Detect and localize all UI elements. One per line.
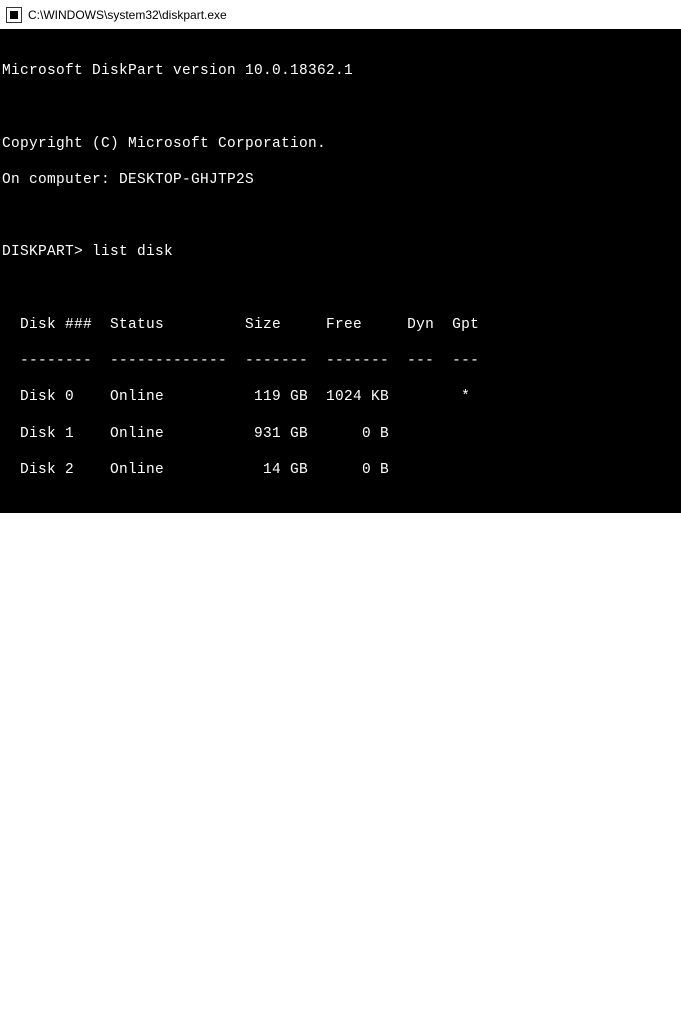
table-row: Disk 2 Online 14 GB 0 B [2,461,681,479]
terminal-output: Microsoft DiskPart version 10.0.18362.1 … [0,30,681,513]
table-row: Disk 1 Online 931 GB 0 B [2,425,681,443]
prompt-line: DISKPART> format fs=ntfs [2,968,681,986]
table-header: Disk ### Status Size Free Dyn Gpt [2,316,681,334]
blank-line [2,1005,681,1023]
message-clean-ok: DiskPart succeeded in cleaning the disk. [2,751,681,769]
command-format: format fs=ntfs [83,969,218,985]
command-clean: clean [83,679,137,695]
version-line: Microsoft DiskPart version 10.0.18362.1 [2,62,681,80]
message-disk-selected: Disk 2 is now the selected disk. [2,606,681,624]
blank-line [2,98,681,116]
table-divider: -------- ------------- ------- ------- -… [2,352,681,370]
prompt: DISKPART> [2,969,83,985]
message-partition-ok: DiskPart succeeded in creating the speci… [2,896,681,914]
table-row: Disk 0 Online 119 GB 1024 KB * [2,388,681,406]
copyright-line: Copyright (C) Microsoft Corporation. [2,135,681,153]
command-list-disk: list disk [83,244,173,260]
prompt: DISKPART> [2,679,83,695]
blank-line [2,570,681,588]
prompt-line: DISKPART> select disk 2 [2,533,681,551]
blank-line [2,207,681,225]
computer-line: On computer: DESKTOP-GHJTP2S [2,171,681,189]
prompt-line: DISKPART> clean [2,678,681,696]
prompt-line: DISKPART> create partition primary [2,823,681,841]
blank-line [2,642,681,660]
prompt: DISKPART> [2,824,83,840]
blank-line [2,787,681,805]
prompt: DISKPART> [2,534,83,550]
command-create-partition: create partition primary [83,824,308,840]
blank-line [2,932,681,950]
command-select-disk: select disk 2 [83,534,209,550]
prompt-line: DISKPART> list disk [2,243,681,261]
blank-line [2,715,681,733]
console-icon [6,7,22,23]
window-titlebar[interactable]: C:\WINDOWS\system32\diskpart.exe [0,0,681,30]
window-title: C:\WINDOWS\system32\diskpart.exe [28,8,227,22]
blank-line [2,860,681,878]
blank-line [2,280,681,298]
prompt: DISKPART> [2,244,83,260]
